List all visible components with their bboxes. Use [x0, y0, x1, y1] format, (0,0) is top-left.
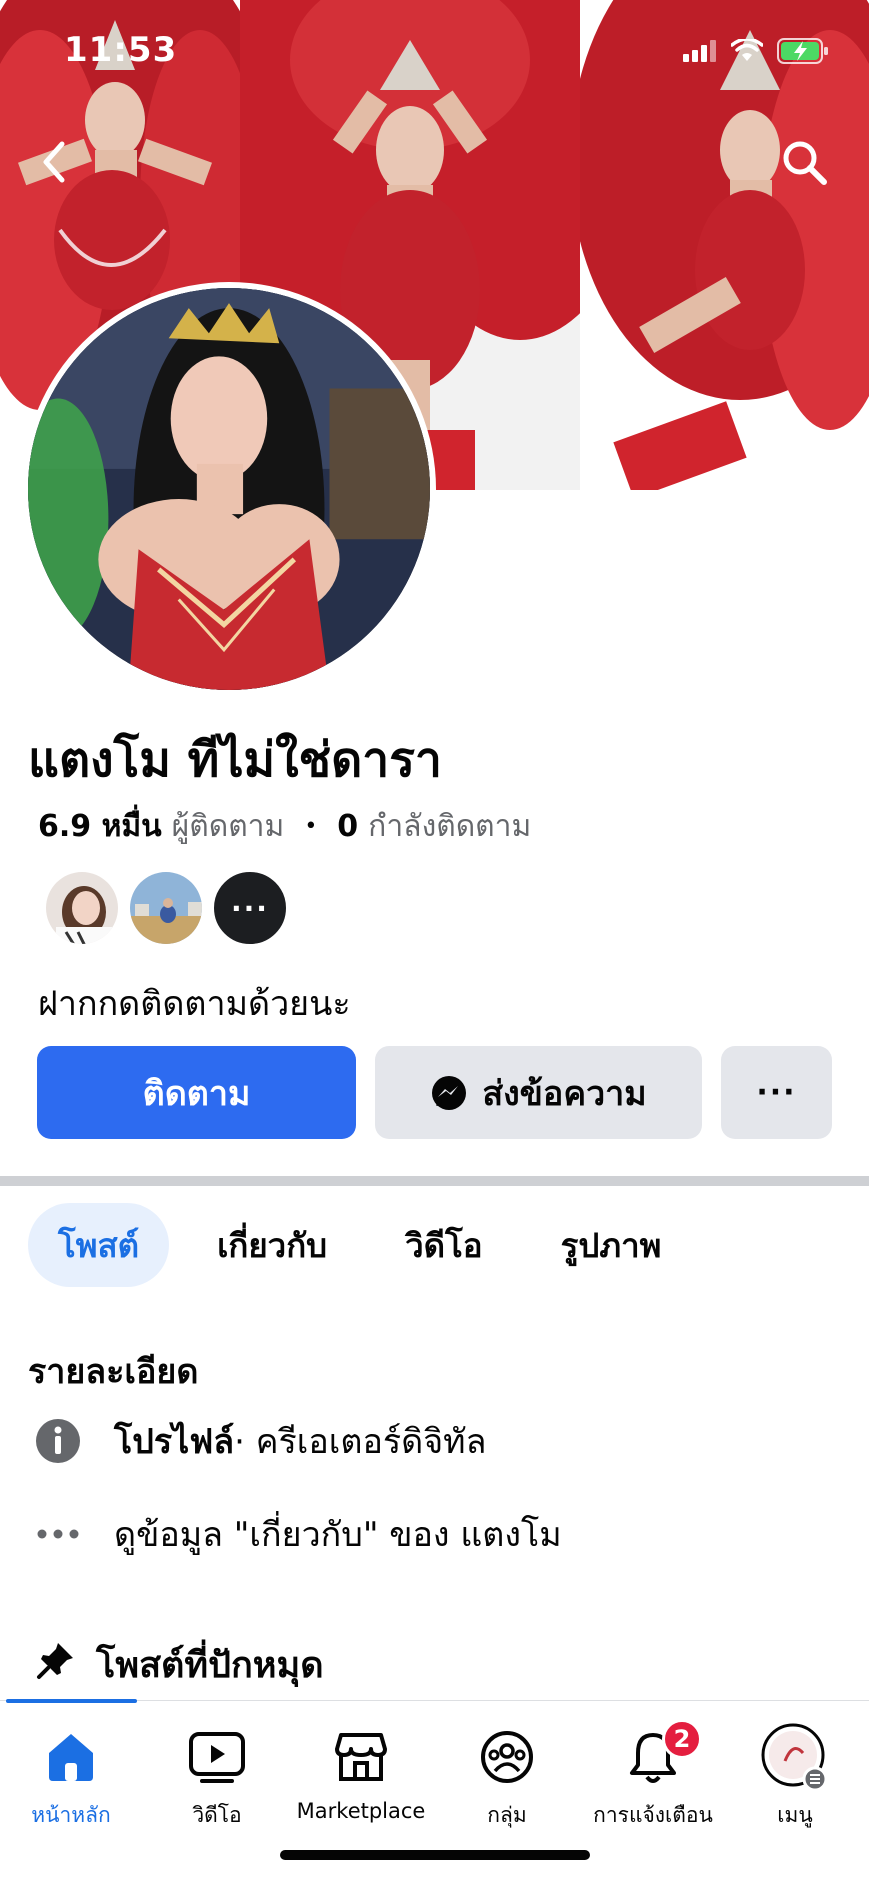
status-bar: 11:53	[0, 0, 869, 110]
details-title: รายละเอียด	[28, 1352, 199, 1392]
message-button-label: ส่งข้อความ	[482, 1073, 647, 1114]
nav-marketplace[interactable]: Marketplace	[286, 1725, 436, 1823]
nav-groups[interactable]: กลุ่ม	[432, 1725, 582, 1832]
signal-icon	[683, 40, 716, 62]
followers-label[interactable]: ผู้ติดตาม	[172, 803, 285, 850]
wifi-icon	[731, 39, 763, 61]
more-options-button[interactable]: ···	[721, 1046, 832, 1139]
profile-type-category: · ครีเอเตอร์ดิจิทัล	[234, 1422, 487, 1462]
pinned-posts-header: โพสต์ที่ปักหมุด	[36, 1636, 324, 1693]
nav-home[interactable]: หน้าหลัก	[0, 1725, 146, 1832]
back-button[interactable]	[24, 132, 84, 192]
more-mutuals-button[interactable]: ···	[212, 870, 288, 946]
message-button[interactable]: ส่งข้อความ	[375, 1046, 702, 1139]
profile-bio: ฝากกดติดตามด้วยนะ	[38, 984, 351, 1024]
nav-home-label: หน้าหลัก	[31, 1803, 111, 1827]
home-indicator	[280, 1850, 590, 1860]
nav-groups-label: กลุ่ม	[487, 1803, 527, 1827]
status-time: 11:53	[64, 30, 178, 70]
tab-posts[interactable]: โพสต์	[28, 1203, 170, 1287]
search-button[interactable]	[774, 132, 834, 192]
chevron-left-icon	[43, 141, 65, 183]
profile-name: แตงโม ทีไม่ใช่ดารา	[28, 732, 442, 788]
profile-photo	[28, 288, 430, 690]
detail-profile-type: โปรไฟล์ · ครีเอเตอร์ดิจิทัล	[30, 1413, 486, 1469]
nav-notifications[interactable]: 2 การแจ้งเตือน	[578, 1719, 728, 1832]
followers-count[interactable]: 6.9 หมื่น	[38, 803, 162, 850]
following-count[interactable]: 0	[337, 809, 358, 844]
marketplace-icon	[335, 1733, 387, 1781]
menu-avatar-icon	[761, 1723, 828, 1791]
profile-avatar[interactable]	[22, 282, 436, 696]
about-link-label: ดูข้อมูล "เกี่ยวกับ" ของ แตงโม	[114, 1515, 562, 1555]
detail-about-link[interactable]: ดูข้อมูล "เกี่ยวกับ" ของ แตงโม	[30, 1506, 562, 1562]
follow-stats: 6.9 หมื่น ผู้ติดตาม • 0 กำลังติดตาม	[38, 803, 531, 850]
search-icon	[783, 141, 827, 185]
nav-video[interactable]: วิดีโอ	[142, 1725, 292, 1832]
status-icons	[683, 38, 829, 64]
battery-charging-icon	[777, 38, 828, 64]
notification-badge: 2	[662, 1719, 702, 1759]
tab-photos[interactable]: รูปภาพ	[531, 1203, 692, 1287]
info-icon	[30, 1413, 86, 1469]
tab-about[interactable]: เกี่ยวกับ	[187, 1203, 357, 1287]
nav-video-label: วิดีโอ	[192, 1803, 242, 1827]
ellipsis-icon	[30, 1506, 86, 1562]
mutual-avatar-1[interactable]	[44, 870, 120, 946]
nav-menu-label: เมนู	[777, 1803, 813, 1827]
mutual-avatar-2[interactable]	[128, 870, 204, 946]
pin-icon	[36, 1640, 76, 1689]
nav-notifications-label: การแจ้งเตือน	[593, 1803, 713, 1827]
following-label[interactable]: กำลังติดตาม	[368, 803, 531, 850]
tab-videos[interactable]: วิดีโอ	[375, 1203, 513, 1287]
mutual-followers[interactable]: ···	[44, 870, 288, 946]
groups-icon	[481, 1731, 533, 1783]
active-tab-indicator	[6, 1699, 137, 1703]
profile-type-label: โปรไฟล์	[114, 1422, 235, 1462]
pinned-posts-label: โพสต์ที่ปักหมุด	[96, 1645, 324, 1686]
nav-menu[interactable]: เมนู	[720, 1723, 869, 1832]
home-icon	[49, 1734, 93, 1781]
section-divider	[0, 1176, 869, 1186]
video-icon	[189, 1732, 245, 1783]
follow-button[interactable]: ติดตาม	[37, 1046, 356, 1139]
separator-dot: •	[304, 814, 318, 839]
profile-actions: ติดตาม ส่งข้อความ ···	[37, 1046, 832, 1139]
profile-tabs: โพสต์ เกี่ยวกับ วิดีโอ รูปภาพ	[28, 1203, 709, 1287]
nav-marketplace-label: Marketplace	[296, 1799, 426, 1823]
messenger-icon	[432, 1075, 467, 1110]
